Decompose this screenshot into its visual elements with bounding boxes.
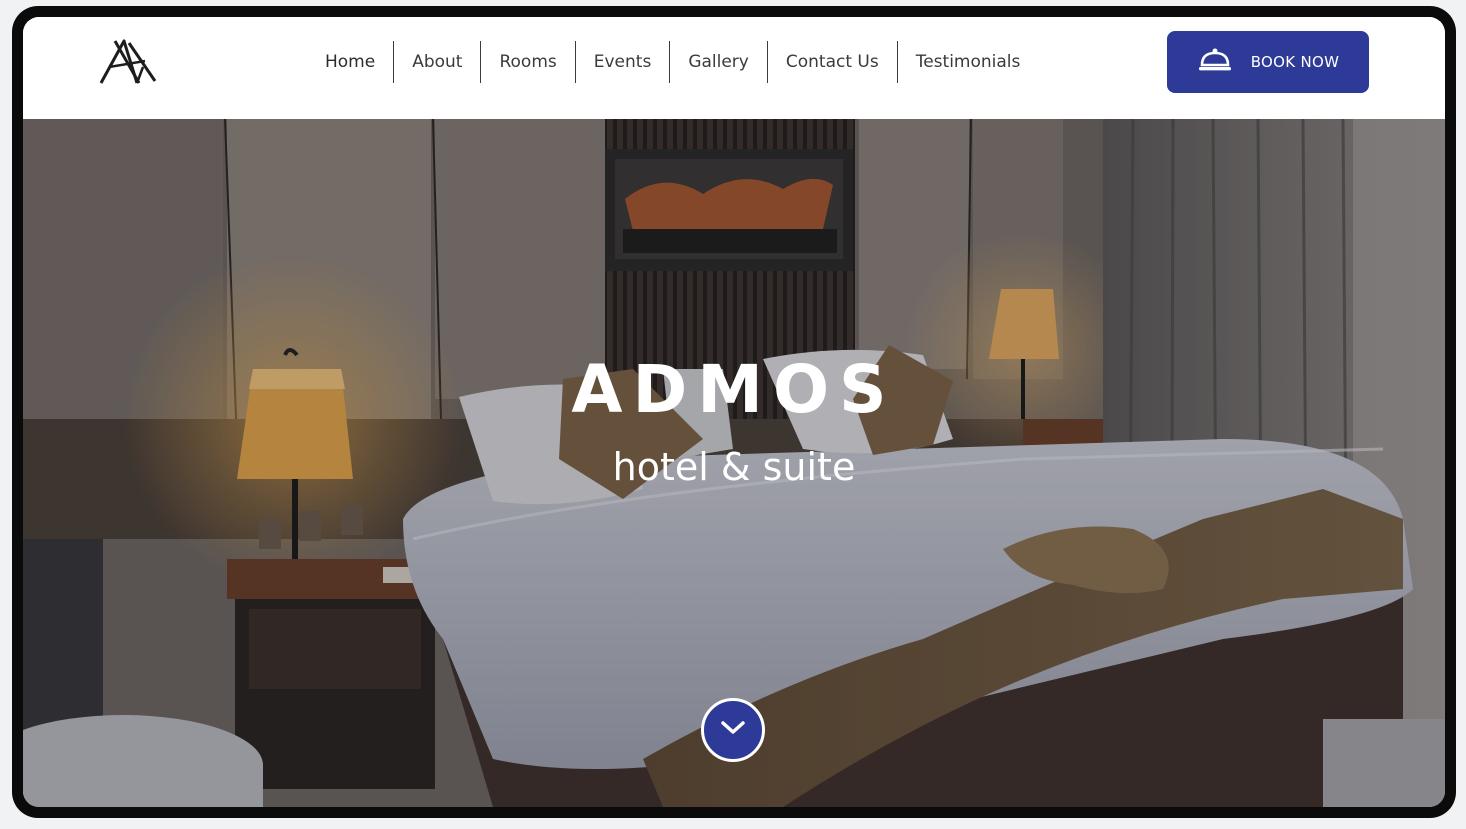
scroll-down-button[interactable] — [701, 698, 765, 762]
nav-item-gallery[interactable]: Gallery — [669, 41, 767, 83]
main-nav: Home About Rooms Events Gallery Contact … — [307, 41, 1038, 83]
book-now-button[interactable]: BOOK NOW — [1167, 31, 1369, 93]
chevron-down-icon — [720, 720, 746, 740]
nav-item-testimonials[interactable]: Testimonials — [896, 41, 1039, 83]
admos-logo-icon[interactable] — [97, 37, 161, 87]
nav-item-home[interactable]: Home — [307, 41, 393, 83]
book-now-label: BOOK NOW — [1250, 53, 1340, 71]
nav-item-contact-us[interactable]: Contact Us — [766, 41, 897, 83]
hero-subtitle: hotel & suite — [612, 445, 856, 489]
cloche-icon — [1197, 47, 1233, 77]
hero-section: ADMOS hotel & suite — [23, 119, 1445, 807]
nav-item-about[interactable]: About — [393, 41, 480, 83]
browser-viewport: Home About Rooms Events Gallery Contact … — [23, 17, 1445, 807]
site-header: Home About Rooms Events Gallery Contact … — [23, 17, 1445, 119]
nav-item-events[interactable]: Events — [574, 41, 670, 83]
device-frame: Home About Rooms Events Gallery Contact … — [12, 6, 1456, 818]
nav-item-rooms[interactable]: Rooms — [480, 41, 574, 83]
hero-title: ADMOS — [571, 351, 897, 428]
